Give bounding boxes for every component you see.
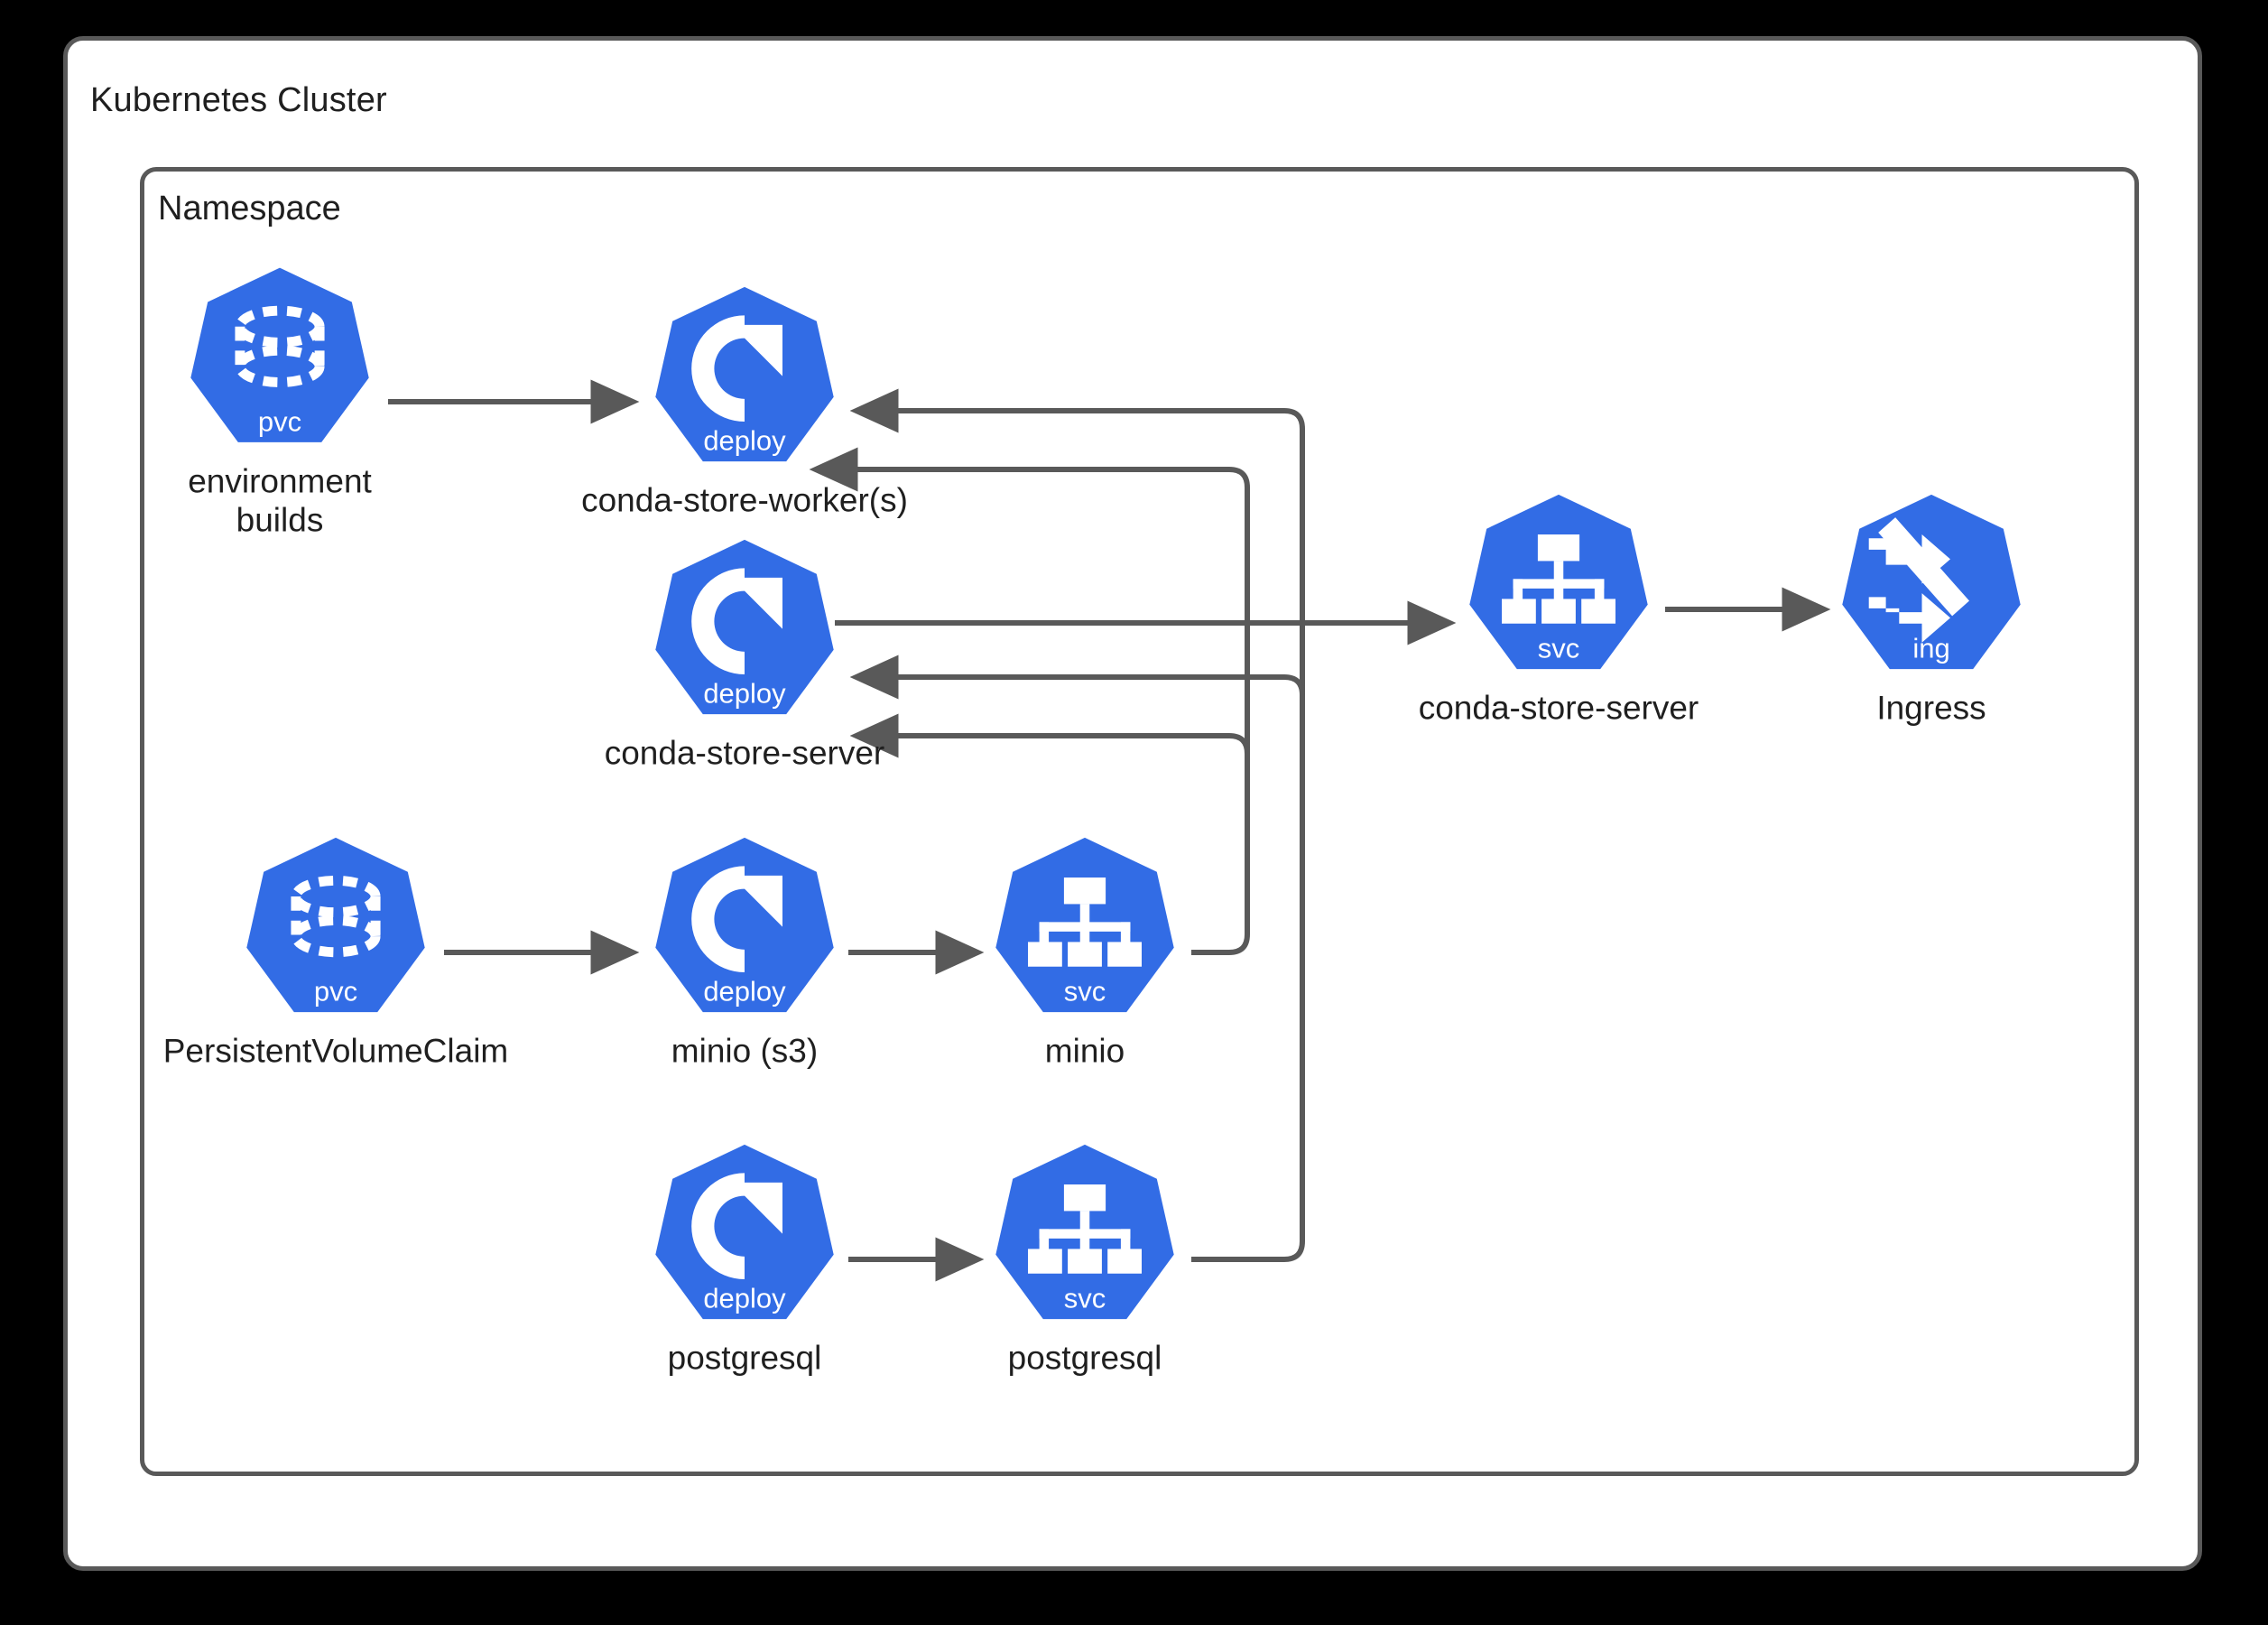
hexagon-shape: deploy [650,1141,839,1331]
hexagon-shape: deploy [650,834,839,1024]
node-environment-builds-pvc[interactable]: pvc environment builds [185,264,375,539]
node-caption: Ingress [1876,689,1986,727]
node-conda-store-server-svc[interactable]: svc conda-store-server [1419,491,1699,729]
node-caption: conda-store-server [1418,689,1699,727]
hexagon-shape: ing [1837,491,2026,681]
diagram-canvas: Kubernetes Cluster Namespace pvc environ… [0,0,2268,1625]
hexagon-shape: deploy [650,536,839,726]
node-conda-store-server-deploy[interactable]: deploy conda-store-server [605,536,884,774]
node-minio-deploy[interactable]: deploy minio (s3) [650,834,839,1072]
hexagon-shape: svc [990,1141,1180,1331]
node-caption: environment builds [188,462,372,538]
node-persistentvolumeclaim-pvc[interactable]: pvc PersistentVolumeClaim [163,834,508,1072]
node-ingress[interactable]: ing Ingress [1837,491,2026,729]
node-caption: postgresql [667,1339,822,1377]
node-caption: minio (s3) [671,1032,819,1070]
namespace-title: Namespace [158,190,341,228]
node-caption: minio [1044,1032,1125,1070]
node-minio-svc[interactable]: svc minio [990,834,1180,1072]
hexagon-shape: pvc [241,834,430,1024]
hexagon-shape: svc [1464,491,1653,681]
hexagon-shape: deploy [650,283,839,473]
node-caption: PersistentVolumeClaim [162,1032,509,1070]
node-postgresql-deploy[interactable]: deploy postgresql [650,1141,839,1379]
node-conda-store-worker[interactable]: deploy conda-store-worker(s) [581,283,908,521]
node-caption: postgresql [1007,1339,1162,1377]
node-postgresql-svc[interactable]: svc postgresql [990,1141,1180,1379]
hexagon-shape: pvc [185,264,375,453]
hexagon-shape: svc [990,834,1180,1024]
cluster-title: Kubernetes Cluster [90,81,387,119]
node-caption: conda-store-server [604,734,885,772]
node-caption: conda-store-worker(s) [581,481,908,519]
